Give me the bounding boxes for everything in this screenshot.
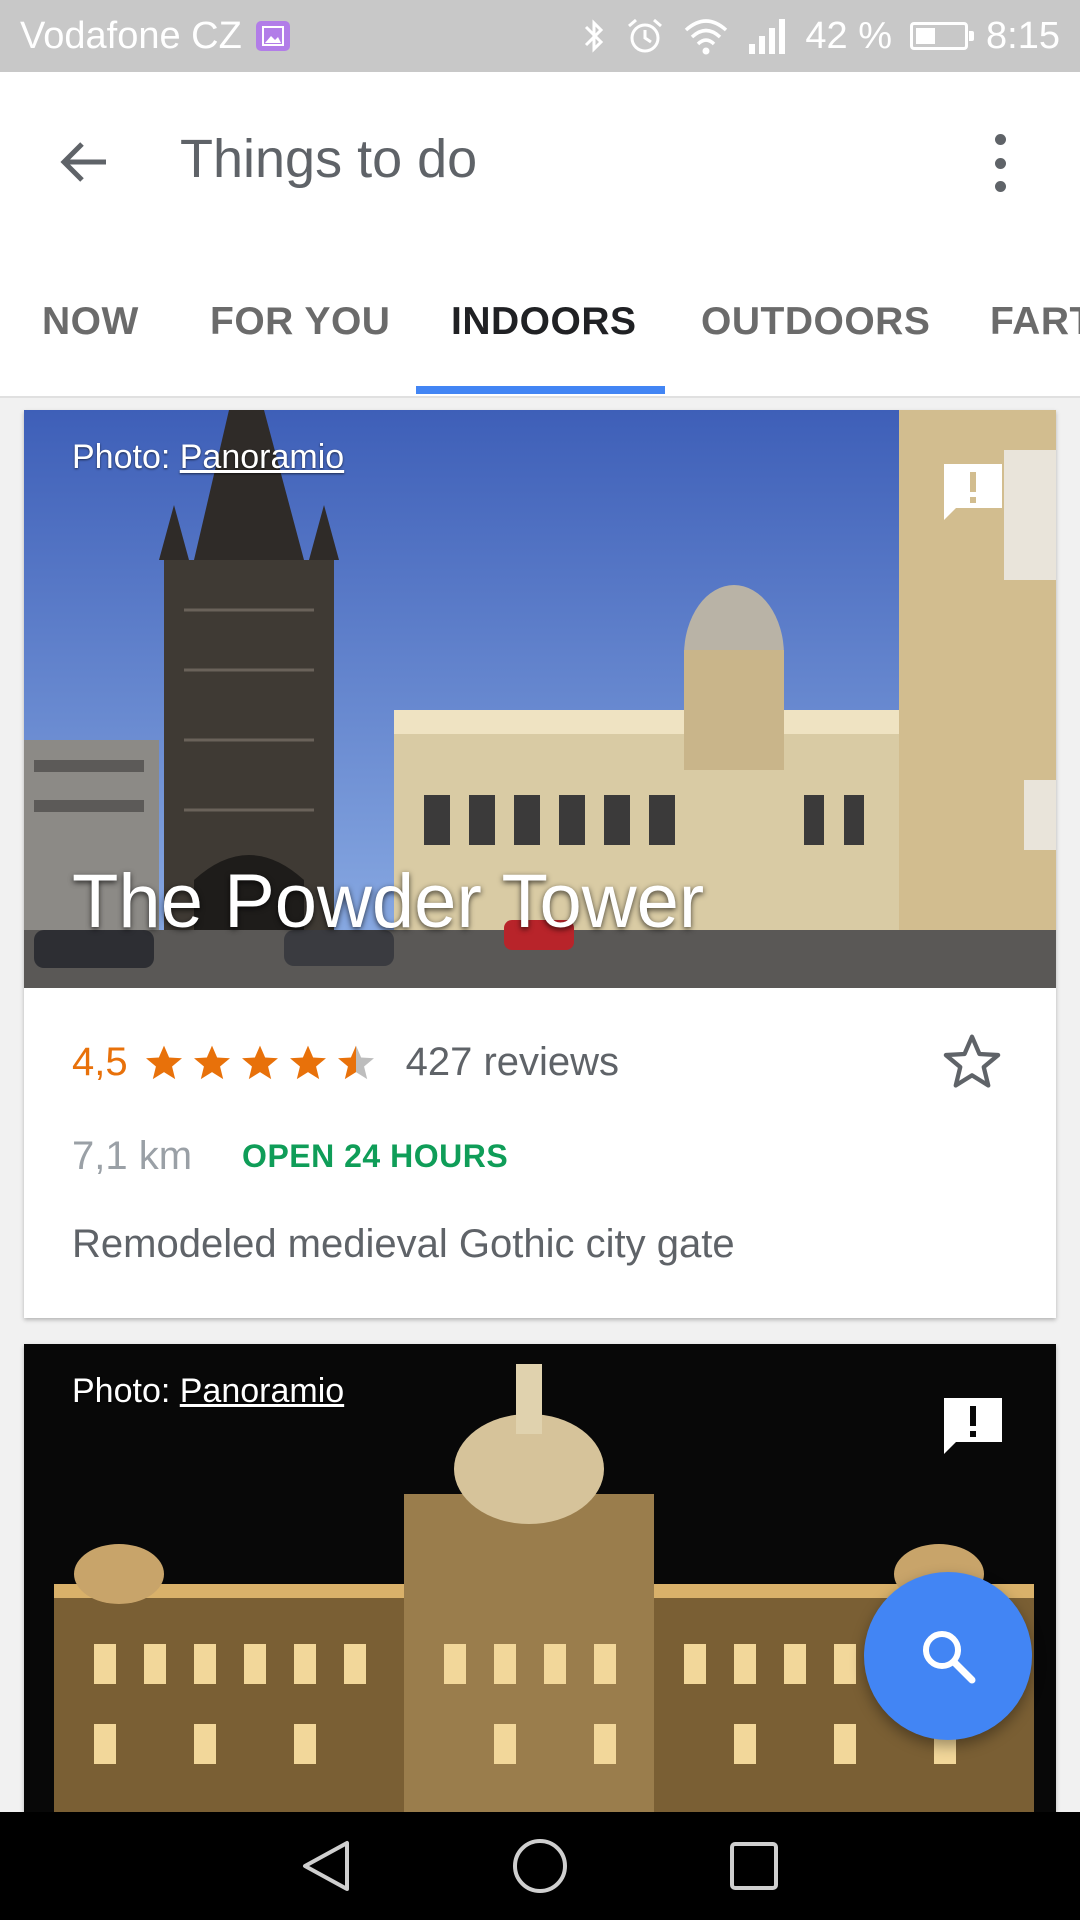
national-museum-photo [24,1344,1056,1814]
report-photo-button[interactable] [942,462,1004,524]
page-title: Things to do [180,129,478,189]
search-icon [923,1631,976,1684]
more-options-button[interactable] [980,128,1020,198]
rating-value: 4,5 [72,1040,128,1084]
star-full-icon [145,1045,182,1079]
place-description: Remodeled medieval Gothic city gate [72,1222,735,1266]
carrier-name: Vodafone CZ [20,14,242,57]
tab-indoors[interactable]: INDOORS [451,300,637,344]
tab-for-you[interactable]: FOR YOU [210,300,390,344]
status-time: 8:15 [986,14,1060,57]
place-card[interactable]: Photo: Panoramio [24,1344,1056,1814]
photo-credit: Photo: Panoramio [72,438,344,477]
category-tabs: NOW FOR YOU INDOORS OUTDOORS FART [0,248,1080,398]
status-carrier-group: Vodafone CZ [20,15,290,58]
wifi-icon [685,19,728,55]
meta-row: 7,1 km OPEN 24 HOURS [72,1134,508,1179]
tab-outdoors[interactable]: OUTDOORS [701,300,930,344]
star-full-icon [193,1045,230,1079]
star-full-icon [241,1045,278,1079]
feedback-icon [944,464,1002,520]
rating-row: 4,5 427 reviews [72,1040,619,1085]
battery-fill [916,28,936,44]
arrow-back-icon [60,142,106,182]
report-photo-button[interactable] [942,1396,1004,1458]
feedback-icon [944,1398,1002,1454]
review-count[interactable]: 427 reviews [406,1040,619,1085]
more-vert-icon [994,134,1006,145]
photo-credit-prefix: Photo: [72,1372,180,1410]
nav-back-button[interactable] [294,1834,358,1898]
save-place-button[interactable] [940,1030,1004,1094]
alarm-icon [628,18,663,53]
place-photo[interactable]: Photo: Panoramio The Powder Tower [24,410,1056,988]
nav-recents-button[interactable] [722,1834,786,1898]
photo-credit-link[interactable]: Panoramio [180,438,344,476]
bluetooth-icon [585,19,604,53]
photo-credit: Photo: Panoramio [72,1372,344,1411]
rating-stars [142,1041,378,1085]
photo-credit-prefix: Photo: [72,438,180,476]
app-bar: Things to do [0,72,1080,248]
battery-icon [910,22,975,50]
nav-back-icon [303,1841,349,1891]
place-photo[interactable]: Photo: Panoramio [24,1344,1056,1814]
photo-credit-link[interactable]: Panoramio [180,1372,344,1410]
tab-farther[interactable]: FART [990,300,1080,344]
star-half-icon [337,1045,374,1079]
status-icons: 42 % 8:15 [581,15,1060,58]
place-name: The Powder Tower [72,859,705,944]
opening-hours: OPEN 24 HOURS [242,1138,509,1174]
nav-recents-icon [730,1842,778,1890]
more-vert-dot [994,157,1006,169]
distance: 7,1 km [72,1134,193,1178]
star-full-icon [289,1045,326,1079]
status-bar: Vodafone CZ 42 % 8:15 [0,0,1080,72]
nav-home-button[interactable] [508,1834,572,1898]
system-nav-bar [0,1812,1080,1920]
signal-icon [749,19,786,54]
star-outline-icon [943,1034,1001,1088]
tab-now[interactable]: NOW [42,300,139,344]
battery-percent: 42 % [805,14,893,57]
back-button[interactable] [54,132,114,192]
more-vert-dot [994,181,1006,192]
tab-indicator [416,386,665,394]
place-card[interactable]: Photo: Panoramio The Powder Tower 4,5 42… [24,410,1056,1318]
nav-home-icon [513,1839,567,1893]
gallery-notification-icon [255,21,290,51]
search-fab[interactable] [864,1572,1032,1740]
